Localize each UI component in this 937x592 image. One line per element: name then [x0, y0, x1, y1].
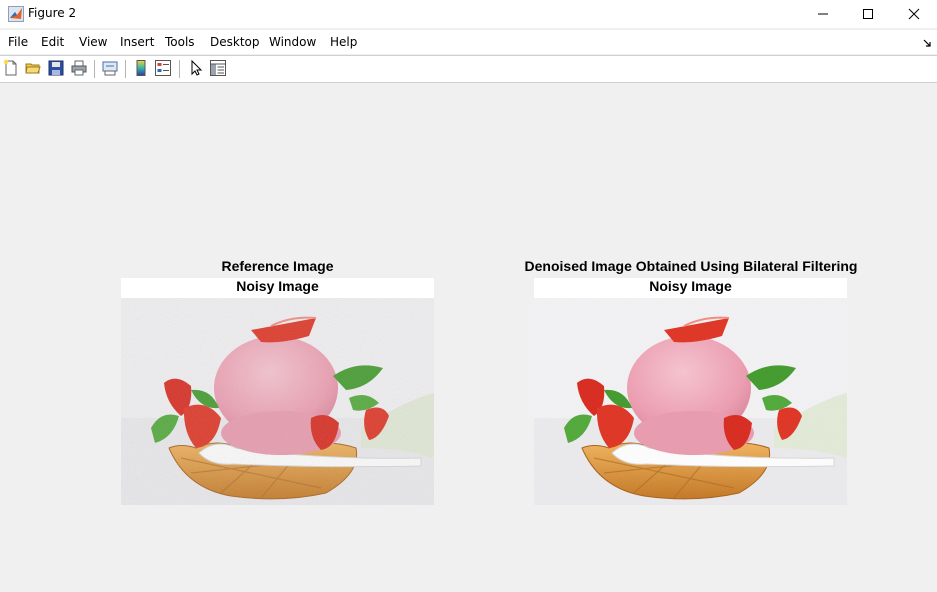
dock-arrow-icon[interactable] [922, 38, 932, 48]
print-icon[interactable] [70, 59, 88, 77]
maximize-icon [863, 9, 873, 19]
property-inspector-icon[interactable] [209, 59, 227, 77]
toolbar-separator [125, 60, 126, 78]
close-button[interactable] [891, 0, 937, 28]
icecream-photo-denoised [534, 298, 847, 505]
legend-icon[interactable] [154, 59, 172, 77]
icecream-photo-noisy [121, 298, 434, 505]
menu-tools[interactable]: Tools [165, 35, 195, 49]
menu-insert[interactable]: Insert [120, 35, 154, 49]
toolbar [0, 55, 937, 83]
menu-window[interactable]: Window [269, 35, 316, 49]
minimize-icon [818, 13, 828, 15]
save-icon[interactable] [47, 59, 65, 77]
menu-view[interactable]: View [79, 35, 107, 49]
new-figure-icon[interactable] [2, 59, 20, 77]
axes-2-title-line1: Denoised Image Obtained Using Bilateral … [524, 258, 858, 274]
window-title: Figure 2 [28, 6, 77, 20]
menu-help[interactable]: Help [330, 35, 357, 49]
minimize-button[interactable] [800, 0, 846, 28]
menu-edit[interactable]: Edit [41, 35, 64, 49]
title-bar: Figure 2 [0, 0, 937, 28]
open-file-icon[interactable] [24, 59, 42, 77]
link-plot-icon[interactable] [101, 59, 119, 77]
maximize-button[interactable] [845, 0, 891, 28]
edit-plot-icon[interactable] [186, 59, 204, 77]
menu-bar: File Edit View Insert Tools Desktop Wind… [0, 30, 937, 54]
close-icon [908, 8, 920, 20]
matlab-logo-icon [8, 6, 24, 22]
toolbar-separator [179, 60, 180, 78]
menu-file[interactable]: File [8, 35, 28, 49]
denoised-image [534, 298, 847, 505]
axes-2-title-line2: Noisy Image [534, 278, 847, 298]
colorbar-icon[interactable] [132, 59, 150, 77]
toolbar-separator [94, 60, 95, 78]
menu-desktop[interactable]: Desktop [210, 35, 260, 49]
axes-1-title-line1: Reference Image [221, 258, 334, 274]
reference-noisy-image [121, 298, 434, 505]
axes-1-title-line2: Noisy Image [121, 278, 434, 298]
